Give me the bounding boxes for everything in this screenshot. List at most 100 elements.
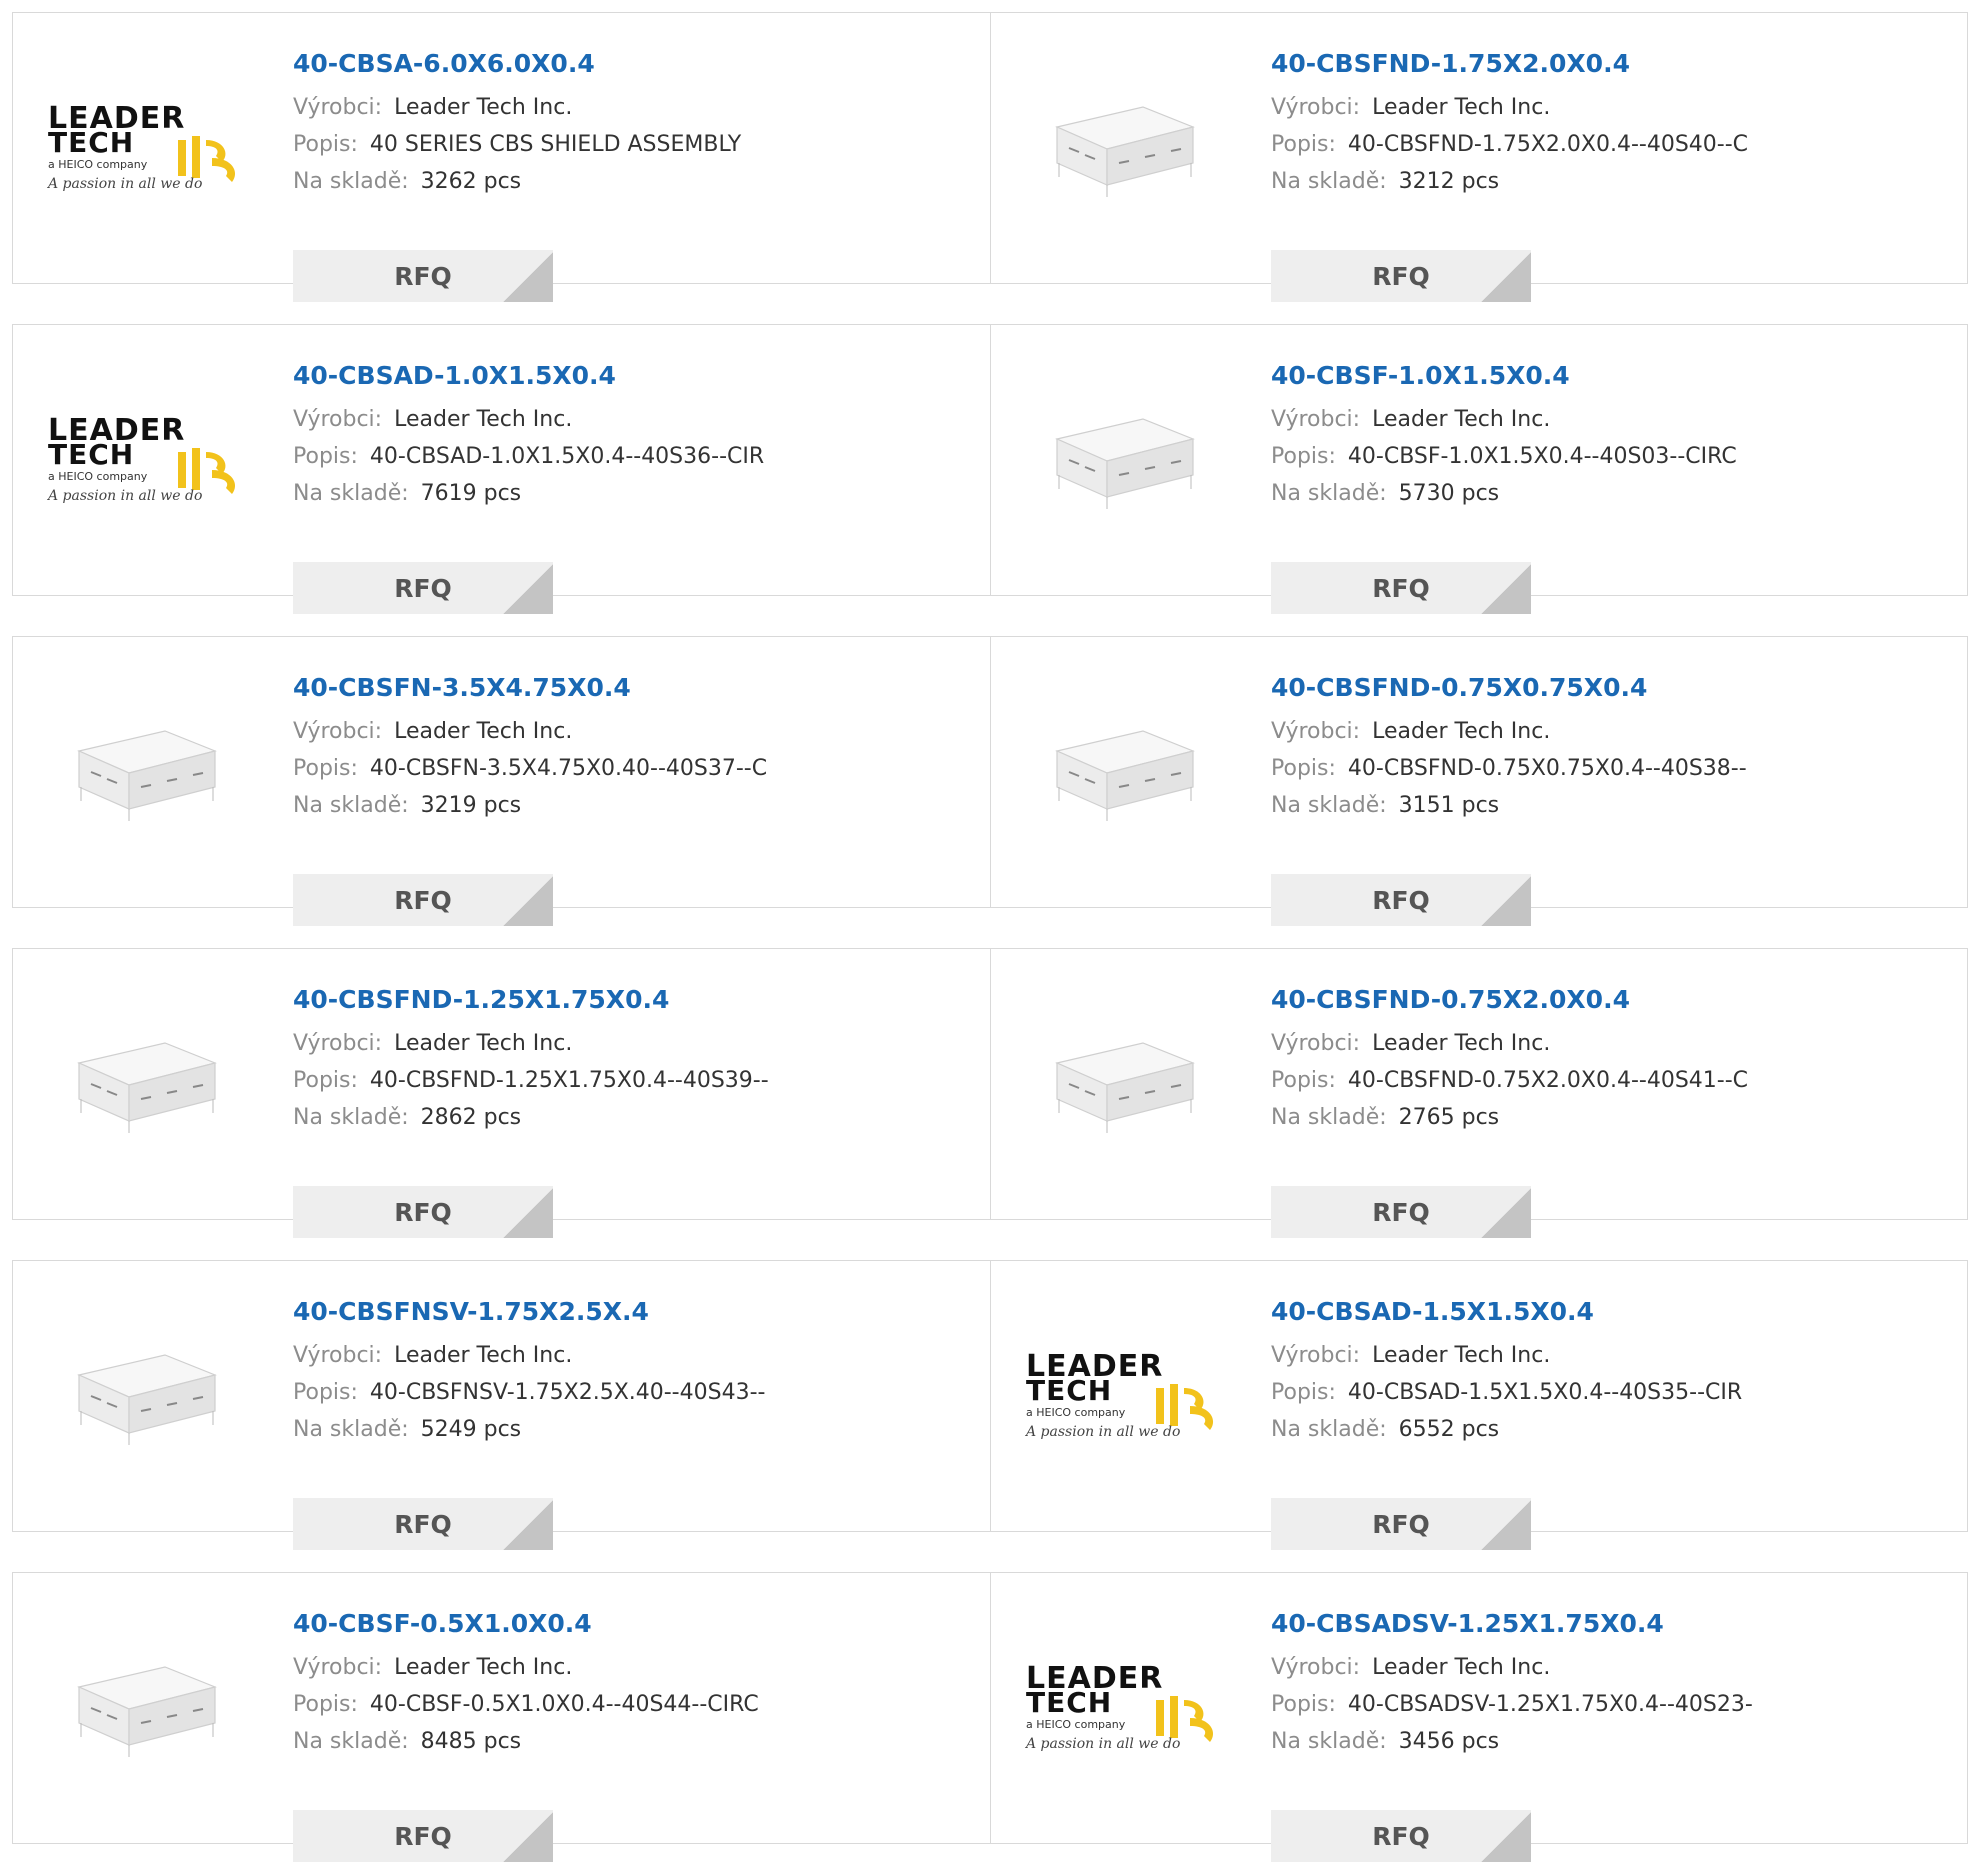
stock-row: Na skladě: 7619 pcs: [293, 475, 980, 512]
stock-row: Na skladě: 6552 pcs: [1271, 1411, 1957, 1448]
leader-tech-logo: LEADER TECH a HEICO company A passion in…: [1024, 1661, 1214, 1752]
product-card: 40-CBSFND-1.75X2.0X0.4 Výrobci: Leader Te…: [990, 13, 1967, 302]
product-thumbnail[interactable]: [1019, 385, 1229, 535]
stock-row: Na skladě: 8485 pcs: [293, 1723, 980, 1760]
rf-shield-image: [77, 1354, 217, 1445]
product-card: 40-CBSFNSV-1.75X2.5X.4 Výrobci: Leader Te…: [13, 1261, 990, 1550]
part-number-link[interactable]: 40-CBSFND-1.75X2.0X0.4: [1271, 47, 1957, 81]
rfq-button[interactable]: RFQ: [1271, 1498, 1531, 1550]
product-thumbnail[interactable]: LEADER TECH a HEICO company A passion in…: [41, 73, 251, 223]
description-value: 40-CBSFND-1.25X1.75X0.4--40S39--: [369, 1068, 769, 1093]
product-thumbnail[interactable]: LEADER TECH a HEICO company A passion in…: [1019, 1633, 1229, 1783]
product-card: 40-CBSFND-0.75X2.0X0.4 Výrobci: Leader Te…: [990, 949, 1967, 1238]
part-number-link[interactable]: 40-CBSF-0.5X1.0X0.4: [293, 1607, 980, 1641]
product-info: 40-CBSFN-3.5X4.75X0.4 Výrobci: Leader Tec…: [293, 671, 980, 926]
stock-value: 3151 pcs: [1398, 793, 1500, 818]
rfq-button[interactable]: RFQ: [1271, 250, 1531, 302]
part-number-link[interactable]: 40-CBSFN-3.5X4.75X0.4: [293, 671, 980, 705]
rfq-button[interactable]: RFQ: [293, 1498, 553, 1550]
part-number-link[interactable]: 40-CBSAD-1.5X1.5X0.4: [1271, 1295, 1957, 1329]
product-thumbnail[interactable]: LEADER TECH a HEICO company A passion in…: [1019, 1321, 1229, 1471]
logo-tagline: a HEICO company: [48, 470, 148, 483]
description-row: Popis: 40-CBSFND-0.75X2.0X0.4--40S41--C: [1271, 1062, 1957, 1099]
product-thumbnail[interactable]: [1019, 1009, 1229, 1159]
description-label: Popis:: [1271, 1380, 1336, 1405]
description-row: Popis: 40-CBSF-0.5X1.0X0.4--40S44--CIRC: [293, 1686, 980, 1723]
product-card: LEADER TECH a HEICO company A passion in…: [990, 1573, 1967, 1862]
part-number-link[interactable]: 40-CBSA-6.0X6.0X0.4: [293, 47, 980, 81]
manufacturer-label: Výrobci:: [293, 1655, 383, 1680]
stock-label: Na skladě:: [1271, 169, 1387, 194]
manufacturer-row: Výrobci: Leader Tech Inc.: [1271, 1025, 1957, 1062]
product-thumbnail[interactable]: [41, 1321, 251, 1471]
part-number-link[interactable]: 40-CBSFND-0.75X2.0X0.4: [1271, 983, 1957, 1017]
product-thumbnail[interactable]: [1019, 73, 1229, 223]
product-card: 40-CBSFN-3.5X4.75X0.4 Výrobci: Leader Tec…: [13, 637, 990, 926]
product-info: 40-CBSFND-0.75X0.75X0.4 Výrobci: Leader T…: [1271, 671, 1957, 926]
manufacturer-row: Výrobci: Leader Tech Inc.: [293, 1337, 980, 1374]
part-number-link[interactable]: 40-CBSAD-1.0X1.5X0.4: [293, 359, 980, 393]
part-number-link[interactable]: 40-CBSF-1.0X1.5X0.4: [1271, 359, 1957, 393]
manufacturer-value: Leader Tech Inc.: [1372, 407, 1551, 432]
manufacturer-label: Výrobci:: [1271, 719, 1361, 744]
rf-shield-image: [1055, 418, 1195, 509]
product-thumbnail[interactable]: LEADER TECH a HEICO company A passion in…: [41, 385, 251, 535]
stock-label: Na skladě:: [293, 1417, 409, 1442]
description-row: Popis: 40-CBSFN-3.5X4.75X0.40--40S37--C: [293, 750, 980, 787]
part-number-link[interactable]: 40-CBSFNSV-1.75X2.5X.4: [293, 1295, 980, 1329]
product-thumbnail[interactable]: [1019, 697, 1229, 847]
rf-shield-image: [77, 1042, 217, 1133]
stock-row: Na skladě: 3456 pcs: [1271, 1723, 1957, 1760]
stock-label: Na skladě:: [293, 793, 409, 818]
stock-row: Na skladě: 5249 pcs: [293, 1411, 980, 1448]
manufacturer-label: Výrobci:: [293, 719, 383, 744]
description-row: Popis: 40-CBSF-1.0X1.5X0.4--40S03--CIRC: [1271, 438, 1957, 475]
description-row: Popis: 40-CBSFND-1.75X2.0X0.4--40S40--C: [1271, 126, 1957, 163]
manufacturer-label: Výrobci:: [293, 95, 383, 120]
rfq-button[interactable]: RFQ: [1271, 562, 1531, 614]
manufacturer-value: Leader Tech Inc.: [1372, 1343, 1551, 1368]
manufacturer-label: Výrobci:: [1271, 407, 1361, 432]
stock-value: 7619 pcs: [420, 481, 522, 506]
description-value: 40-CBSADSV-1.25X1.75X0.4--40S23-: [1347, 1692, 1753, 1717]
rf-shield-image: [77, 1666, 217, 1757]
product-row: LEADER TECH a HEICO company A passion in…: [12, 12, 1968, 302]
manufacturer-row: Výrobci: Leader Tech Inc.: [293, 1649, 980, 1686]
stock-label: Na skladě:: [293, 481, 409, 506]
manufacturer-label: Výrobci:: [1271, 1031, 1361, 1056]
part-number-link[interactable]: 40-CBSFND-1.25X1.75X0.4: [293, 983, 980, 1017]
part-number-link[interactable]: 40-CBSFND-0.75X0.75X0.4: [1271, 671, 1957, 705]
part-number-link[interactable]: 40-CBSADSV-1.25X1.75X0.4: [1271, 1607, 1957, 1641]
rfq-button[interactable]: RFQ: [293, 874, 553, 926]
rfq-button[interactable]: RFQ: [293, 250, 553, 302]
rfq-button[interactable]: RFQ: [1271, 1186, 1531, 1238]
manufacturer-row: Výrobci: Leader Tech Inc.: [293, 713, 980, 750]
rfq-button[interactable]: RFQ: [293, 1810, 553, 1862]
stock-row: Na skladě: 5730 pcs: [1271, 475, 1957, 512]
product-card: 40-CBSF-0.5X1.0X0.4 Výrobci: Leader Tech …: [13, 1573, 990, 1862]
product-thumbnail[interactable]: [41, 697, 251, 847]
stock-label: Na skladě:: [293, 169, 409, 194]
product-thumbnail[interactable]: [41, 1009, 251, 1159]
stock-row: Na skladě: 2862 pcs: [293, 1099, 980, 1136]
manufacturer-label: Výrobci:: [1271, 95, 1361, 120]
description-row: Popis: 40-CBSADSV-1.25X1.75X0.4--40S23-: [1271, 1686, 1957, 1723]
logo-line2: TECH: [48, 126, 134, 159]
manufacturer-value: Leader Tech Inc.: [394, 719, 573, 744]
product-info: 40-CBSFND-1.75X2.0X0.4 Výrobci: Leader Te…: [1271, 47, 1957, 302]
product-thumbnail[interactable]: [41, 1633, 251, 1783]
rfq-button[interactable]: RFQ: [1271, 874, 1531, 926]
stock-value: 5249 pcs: [420, 1417, 522, 1442]
product-info: 40-CBSAD-1.5X1.5X0.4 Výrobci: Leader Tech…: [1271, 1295, 1957, 1550]
rfq-button[interactable]: RFQ: [293, 1186, 553, 1238]
product-card: LEADER TECH a HEICO company A passion in…: [990, 1261, 1967, 1550]
rfq-button[interactable]: RFQ: [293, 562, 553, 614]
manufacturer-value: Leader Tech Inc.: [1372, 719, 1551, 744]
description-value: 40-CBSFNSV-1.75X2.5X.40--40S43--: [369, 1380, 766, 1405]
logo-slogan: A passion in all we do: [46, 176, 202, 192]
stock-label: Na skladě:: [293, 1729, 409, 1754]
description-value: 40-CBSFND-0.75X0.75X0.4--40S38--: [1347, 756, 1747, 781]
product-row: 40-CBSFND-1.25X1.75X0.4 Výrobci: Leader T…: [12, 948, 1968, 1238]
description-label: Popis:: [293, 756, 358, 781]
rfq-button[interactable]: RFQ: [1271, 1810, 1531, 1862]
